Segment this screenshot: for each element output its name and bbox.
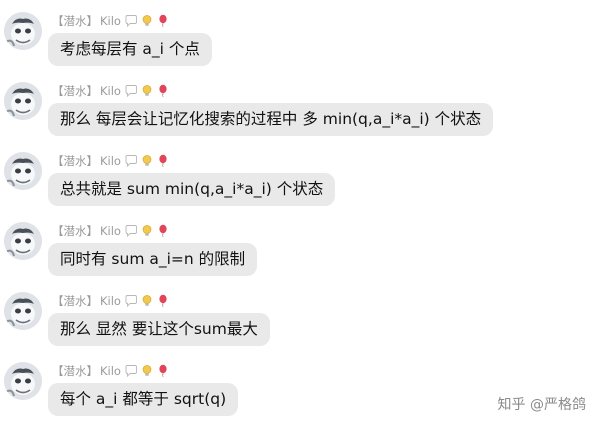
chat-log: 【潜水】 Kilo 考虑每层有 a_i 个点 【潜水】 Kilo 那么 每层会让… xyxy=(0,0,600,424)
lightbulb-icon xyxy=(140,364,154,378)
avatar[interactable] xyxy=(4,152,42,190)
avatar[interactable] xyxy=(4,12,42,50)
chat-message: 【潜水】 Kilo 同时有 sum a_i=n 的限制 xyxy=(0,216,600,280)
avatar[interactable] xyxy=(4,222,42,260)
lightbulb-icon xyxy=(140,224,154,238)
avatar[interactable] xyxy=(4,292,42,330)
message-bubble[interactable]: 那么 每层会让记忆化搜索的过程中 多 min(q,a_i*a_i) 个状态 xyxy=(48,103,494,136)
member-title: 【潜水】 xyxy=(52,14,98,28)
speech-bubble-icon xyxy=(124,294,138,308)
chat-message: 【潜水】 Kilo 那么 每层会让记忆化搜索的过程中 多 min(q,a_i*a… xyxy=(0,76,600,140)
member-title: 【潜水】 xyxy=(52,294,98,308)
message-bubble[interactable]: 考虑每层有 a_i 个点 xyxy=(48,33,212,66)
message-bubble[interactable]: 那么 显然 要让这个sum最大 xyxy=(48,313,270,346)
sender-name[interactable]: Kilo xyxy=(100,84,121,98)
balloon-icon xyxy=(156,84,170,98)
chat-message: 【潜水】 Kilo 那么 显然 要让这个sum最大 xyxy=(0,286,600,350)
sender-name[interactable]: Kilo xyxy=(100,294,121,308)
balloon-icon xyxy=(156,294,170,308)
member-title: 【潜水】 xyxy=(52,84,98,98)
message-header: 【潜水】 Kilo xyxy=(52,82,170,100)
speech-bubble-icon xyxy=(124,154,138,168)
balloon-icon xyxy=(156,154,170,168)
member-title: 【潜水】 xyxy=(52,364,98,378)
speech-bubble-icon xyxy=(124,14,138,28)
speech-bubble-icon xyxy=(124,224,138,238)
balloon-icon xyxy=(156,364,170,378)
message-bubble[interactable]: 每个 a_i 都等于 sqrt(q) xyxy=(48,383,239,416)
sender-name[interactable]: Kilo xyxy=(100,364,121,378)
message-header: 【潜水】 Kilo xyxy=(52,222,170,240)
lightbulb-icon xyxy=(140,154,154,168)
lightbulb-icon xyxy=(140,84,154,98)
message-bubble[interactable]: 总共就是 sum min(q,a_i*a_i) 个状态 xyxy=(48,173,336,206)
member-title: 【潜水】 xyxy=(52,224,98,238)
speech-bubble-icon xyxy=(124,84,138,98)
sender-name[interactable]: Kilo xyxy=(100,154,121,168)
speech-bubble-icon xyxy=(124,364,138,378)
balloon-icon xyxy=(156,14,170,28)
chat-message: 【潜水】 Kilo 考虑每层有 a_i 个点 xyxy=(0,6,600,70)
chat-message: 【潜水】 Kilo 总共就是 sum min(q,a_i*a_i) 个状态 xyxy=(0,146,600,210)
sender-name[interactable]: Kilo xyxy=(100,224,121,238)
avatar[interactable] xyxy=(4,82,42,120)
message-header: 【潜水】 Kilo xyxy=(52,12,170,30)
watermark: 知乎 @严格鸽 xyxy=(497,397,586,413)
avatar[interactable] xyxy=(4,362,42,400)
message-bubble[interactable]: 同时有 sum a_i=n 的限制 xyxy=(48,243,258,276)
sender-name[interactable]: Kilo xyxy=(100,14,121,28)
balloon-icon xyxy=(156,224,170,238)
member-title: 【潜水】 xyxy=(52,154,98,168)
lightbulb-icon xyxy=(140,14,154,28)
message-header: 【潜水】 Kilo xyxy=(52,362,170,380)
lightbulb-icon xyxy=(140,294,154,308)
message-header: 【潜水】 Kilo xyxy=(52,292,170,310)
message-header: 【潜水】 Kilo xyxy=(52,152,170,170)
